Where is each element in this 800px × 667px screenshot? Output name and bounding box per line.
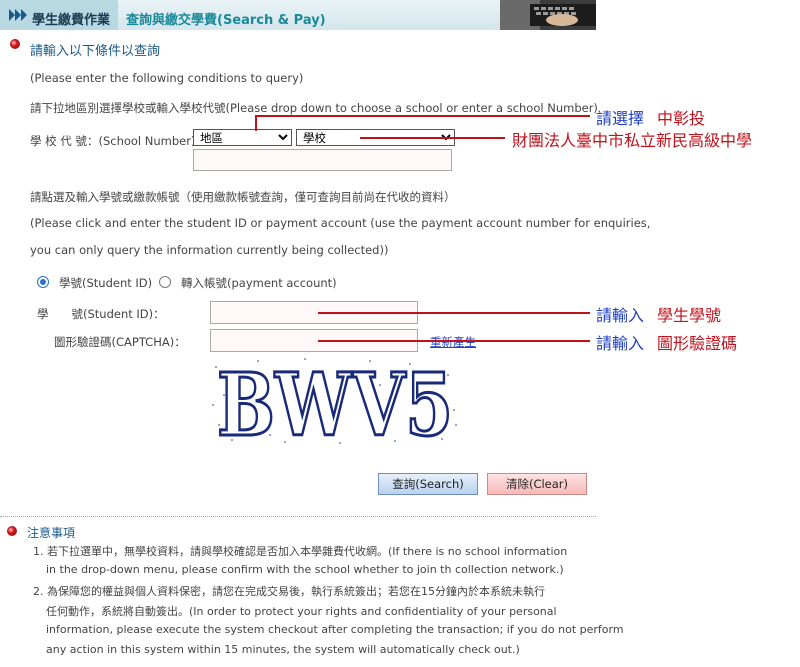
school-select-instruction: 請下拉地區別選擇學校或輸入學校代號(Please drop down to ch… — [30, 101, 598, 115]
school-number-input[interactable] — [193, 149, 452, 171]
annotation-line-captcha — [318, 340, 590, 342]
red-bullet-icon — [10, 39, 20, 49]
note-item-1-line-1: 1. 若下拉選單中，無學校資料，請與學校確認是否加入本學雜費代收網。(If th… — [33, 545, 568, 558]
annotation-input-prefix-1: 請輸入 — [596, 306, 645, 325]
page-title: 學生繳費作業 — [32, 13, 111, 28]
id-account-hint-en-1: (Please click and enter the student ID o… — [30, 216, 651, 230]
captcha-image: BWV5 — [210, 355, 460, 447]
annotation-line-school — [360, 137, 505, 139]
note-item-1-line-2: in the drop-down menu, please confirm wi… — [46, 563, 564, 576]
annotation-line-region-drop — [255, 115, 257, 131]
annotation-line-student-id — [318, 312, 590, 314]
radio-student-id[interactable] — [37, 276, 49, 288]
note-item-2-line-2: 任何動作，系統將自動簽出。(In order to protect your r… — [46, 605, 557, 618]
radio-student-id-label: 學號(Student ID) — [59, 276, 153, 290]
captcha-label: 圖形驗證碼(CAPTCHA)： — [54, 335, 186, 349]
page-subtitle: 查詢與繳交學費(Search & Pay) — [126, 13, 326, 28]
search-button[interactable]: 查詢(Search) — [378, 473, 478, 495]
red-bullet-icon — [7, 526, 17, 536]
note-item-2-line-3: information, please execute the system c… — [46, 623, 624, 636]
annotation-input-value-1: 學生學號 — [657, 306, 722, 325]
annotation-school-name: 財團法人臺中市私立新民高級中學 — [512, 131, 753, 150]
region-select[interactable]: 地區 — [193, 129, 292, 146]
id-account-hint-en-2: you can only query the information curre… — [30, 243, 389, 257]
annotation-input-value-2: 圖形驗證碼 — [657, 334, 738, 353]
section-divider — [0, 516, 596, 517]
query-instruction-en: (Please enter the following conditions t… — [30, 71, 304, 85]
annotation-line-region — [255, 115, 590, 117]
captcha-text: BWV5 — [217, 355, 453, 447]
student-id-label: 學 號(Student ID)： — [37, 307, 165, 321]
double-arrow-icon — [9, 9, 27, 21]
annotation-input-prefix-2: 請輸入 — [596, 334, 645, 353]
notes-title: 注意事項 — [27, 526, 76, 540]
note-item-2-line-4: any action in this system within 15 minu… — [46, 643, 520, 656]
clear-button[interactable]: 清除(Clear) — [487, 473, 587, 495]
annotation-select-value: 中彰投 — [657, 109, 706, 128]
note-item-2-line-1: 2. 為保障您的權益與個人資料保密，請您在完成交易後，執行系統簽出；若您在15分… — [33, 585, 545, 598]
captcha-refresh-link[interactable]: 重新產生 — [430, 334, 476, 350]
keyboard-photo-banner — [500, 0, 596, 30]
school-number-label: 學 校 代 號：(School Number) — [30, 134, 196, 148]
radio-payment-account[interactable] — [159, 276, 171, 288]
query-section-title: 請輸入以下條件以查詢 — [30, 44, 161, 59]
id-account-hint: 請點選及輸入學號或繳款帳號（使用繳款帳號查詢，僅可查詢目前尚在代收的資料） — [30, 190, 456, 204]
annotation-select-prefix: 請選擇 — [596, 109, 645, 128]
radio-payment-account-label: 轉入帳號(payment account) — [181, 276, 337, 290]
